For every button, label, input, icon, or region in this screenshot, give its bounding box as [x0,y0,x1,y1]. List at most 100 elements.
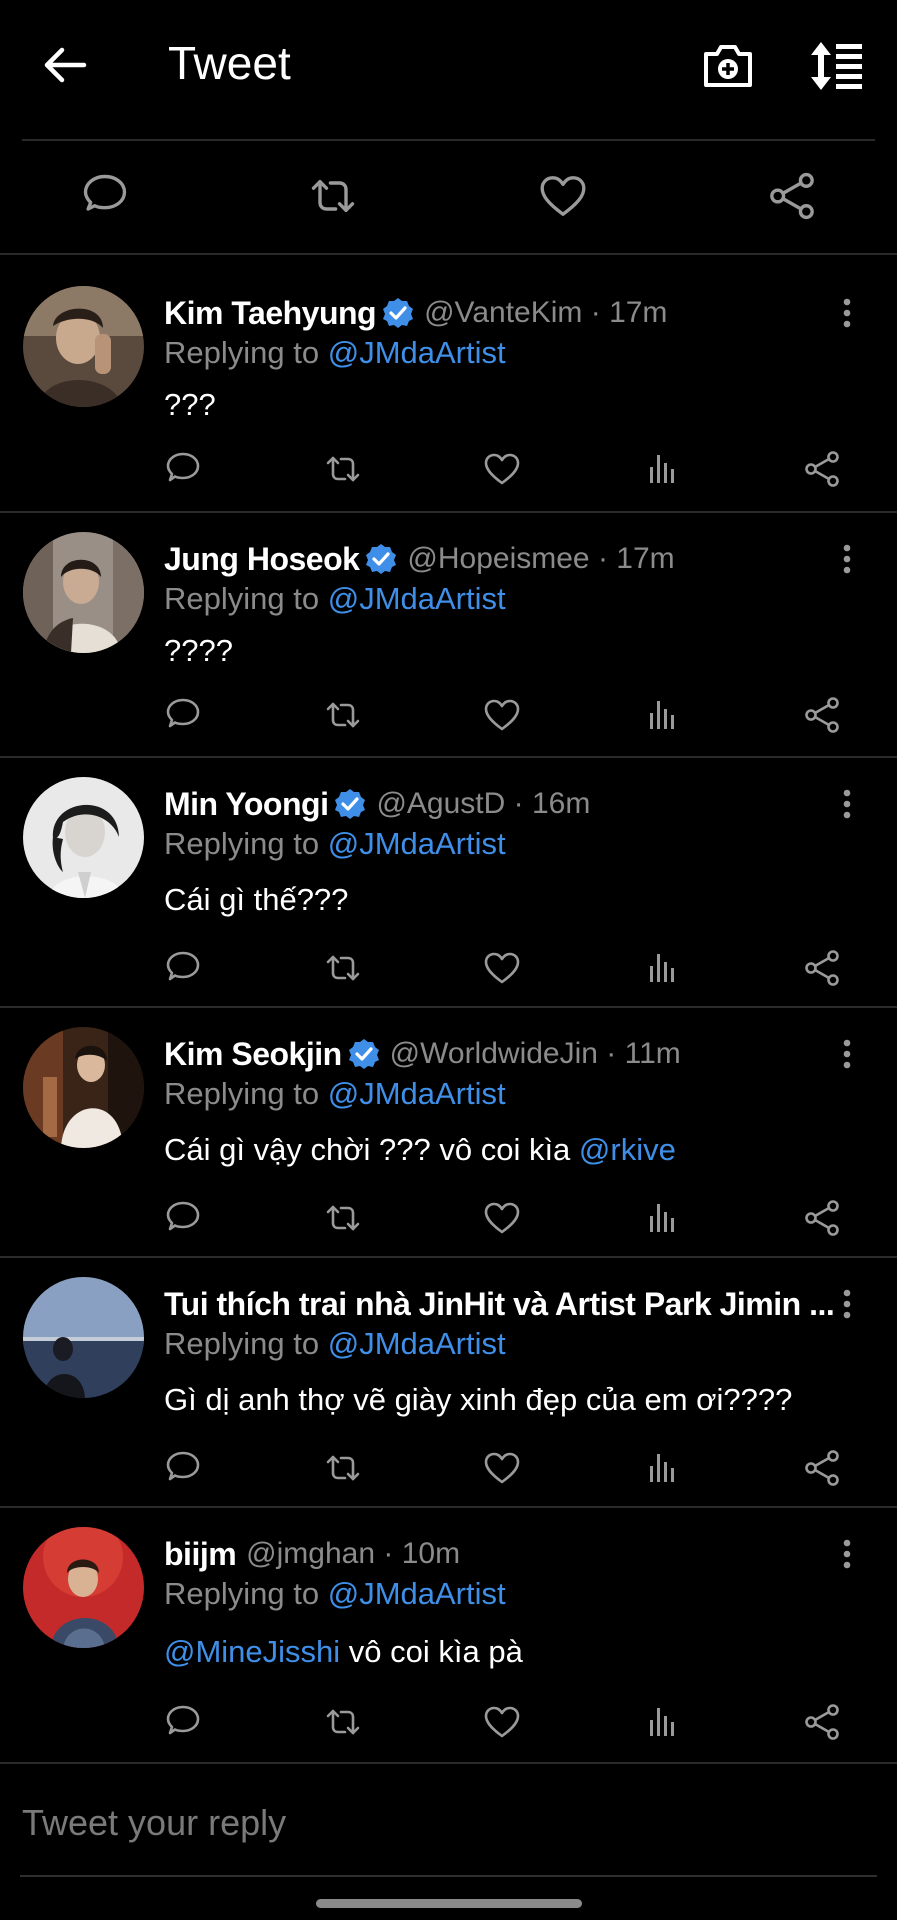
mention-link[interactable]: @MineJisshi [164,1634,340,1669]
share-icon[interactable] [802,695,842,735]
analytics-icon[interactable] [642,1448,682,1488]
replying-label: Replying to [164,581,320,616]
reply-input[interactable] [20,1797,724,1849]
timestamp: 16m [531,787,591,820]
retweet-icon[interactable] [323,449,363,489]
more-options-icon[interactable] [832,295,862,335]
back-arrow-icon[interactable] [40,40,90,90]
author-name[interactable]: Kim Taehyung [164,295,377,332]
more-options-icon[interactable] [832,1536,862,1576]
author-name[interactable]: Kim Seokjin [164,1036,342,1073]
tweet-toolbar [0,1198,897,1242]
verified-badge-icon [348,1038,380,1070]
home-gesture-bar[interactable] [316,1899,582,1908]
replying-to-mention[interactable]: @JMdaArtist [328,1076,506,1111]
like-heart-icon[interactable] [482,1448,522,1488]
like-heart-icon[interactable] [482,695,522,735]
verified-badge-icon [382,297,414,329]
reply-icon[interactable] [163,948,203,988]
reply-tweet[interactable]: Jung Hoseok @Hopeismee · 17m Replying to… [0,513,897,758]
tweet-toolbar [0,1448,897,1492]
replying-to-mention[interactable]: @JMdaArtist [328,581,506,616]
author-handle: @Hopeismee [407,542,590,575]
top-bar: Tweet [0,0,897,140]
reply-icon[interactable] [163,1198,203,1238]
reply-icon[interactable] [163,1702,203,1742]
tweet-text-content: Cái gì vậy chời ??? vô coi kìa [164,1132,579,1167]
avatar[interactable] [23,286,144,407]
retweet-icon[interactable] [323,1448,363,1488]
author-name[interactable]: biijm [164,1536,237,1573]
more-options-icon[interactable] [832,786,862,826]
share-icon[interactable] [802,1448,842,1488]
reply-tweet[interactable]: biijm @jmghan · 10m Replying to @JMdaArt… [0,1508,897,1764]
share-icon[interactable] [802,948,842,988]
reply-tweet[interactable]: Tui thích trai nhà JinHit và Artist Park… [0,1258,897,1508]
verified-badge-icon [334,788,366,820]
avatar[interactable] [23,1527,144,1648]
more-options-icon[interactable] [832,1286,862,1326]
author-handle: @WorldwideJin [389,1037,598,1070]
tweet-divider [0,1762,897,1764]
like-heart-icon[interactable] [482,948,522,988]
avatar[interactable] [23,777,144,898]
tweet-text-content: vô coi kìa pà [340,1634,523,1669]
timestamp: 11m [624,1037,681,1070]
analytics-icon[interactable] [642,1198,682,1238]
retweet-icon[interactable] [323,1702,363,1742]
tweet-text-content: ???? [164,633,233,668]
replying-to: Replying to @JMdaArtist [164,1576,506,1612]
replying-to-mention[interactable]: @JMdaArtist [328,1326,506,1361]
retweet-icon[interactable] [323,948,363,988]
like-heart-icon[interactable] [482,449,522,489]
share-icon[interactable] [802,1198,842,1238]
reply-tweet[interactable]: Kim Seokjin @WorldwideJin · 11m Replying… [0,1008,897,1258]
reply-icon[interactable] [163,1448,203,1488]
retweet-icon[interactable] [323,1198,363,1238]
tweet-toolbar [0,695,897,739]
replying-to-mention[interactable]: @JMdaArtist [328,1576,506,1611]
reply-tweet[interactable]: Min Yoongi @AgustD · 16m Replying to @JM… [0,758,897,1008]
reply-icon[interactable] [163,449,203,489]
share-icon[interactable] [802,449,842,489]
avatar[interactable] [23,1027,144,1148]
share-icon[interactable] [766,170,818,222]
replying-to: Replying to @JMdaArtist [164,826,506,862]
dot-separator: · [589,542,617,575]
avatar[interactable] [23,1277,144,1398]
tweet-text-content: ??? [164,387,216,422]
tweet-toolbar [0,1702,897,1746]
mention-link[interactable]: @rkive [579,1132,676,1167]
author-name[interactable]: Min Yoongi [164,786,329,823]
camera-add-icon[interactable] [700,38,756,94]
more-options-icon[interactable] [832,1036,862,1076]
replying-label: Replying to [164,1576,320,1611]
reply-icon[interactable] [163,695,203,735]
more-options-icon[interactable] [832,541,862,581]
replying-label: Replying to [164,1076,320,1111]
author-name[interactable]: Jung Hoseok [164,541,360,578]
retweet-icon[interactable] [323,695,363,735]
retweet-icon[interactable] [307,170,359,222]
analytics-icon[interactable] [642,948,682,988]
author-name[interactable]: Tui thích trai nhà JinHit và Artist Park… [164,1286,835,1323]
share-icon[interactable] [802,1702,842,1742]
like-heart-icon[interactable] [482,1702,522,1742]
author-handle: @VanteKim [424,296,583,329]
analytics-icon[interactable] [642,695,682,735]
like-heart-icon[interactable] [537,170,589,222]
analytics-icon[interactable] [642,449,682,489]
tweet-text: ???? [164,633,233,669]
reply-icon[interactable] [79,170,131,222]
replying-label: Replying to [164,1326,320,1361]
tweet-text-content: Gì dị anh thợ vẽ giày xinh đẹp của em ơi… [164,1382,793,1417]
sort-replies-icon[interactable] [808,38,866,94]
like-heart-icon[interactable] [482,1198,522,1238]
analytics-icon[interactable] [642,1702,682,1742]
replying-to-mention[interactable]: @JMdaArtist [328,335,506,370]
timestamp: 17m [616,542,675,575]
replying-label: Replying to [164,826,320,861]
reply-tweet[interactable]: Kim Taehyung @VanteKim · 17m Replying to… [0,255,897,513]
replying-to-mention[interactable]: @JMdaArtist [328,826,506,861]
avatar[interactable] [23,532,144,653]
